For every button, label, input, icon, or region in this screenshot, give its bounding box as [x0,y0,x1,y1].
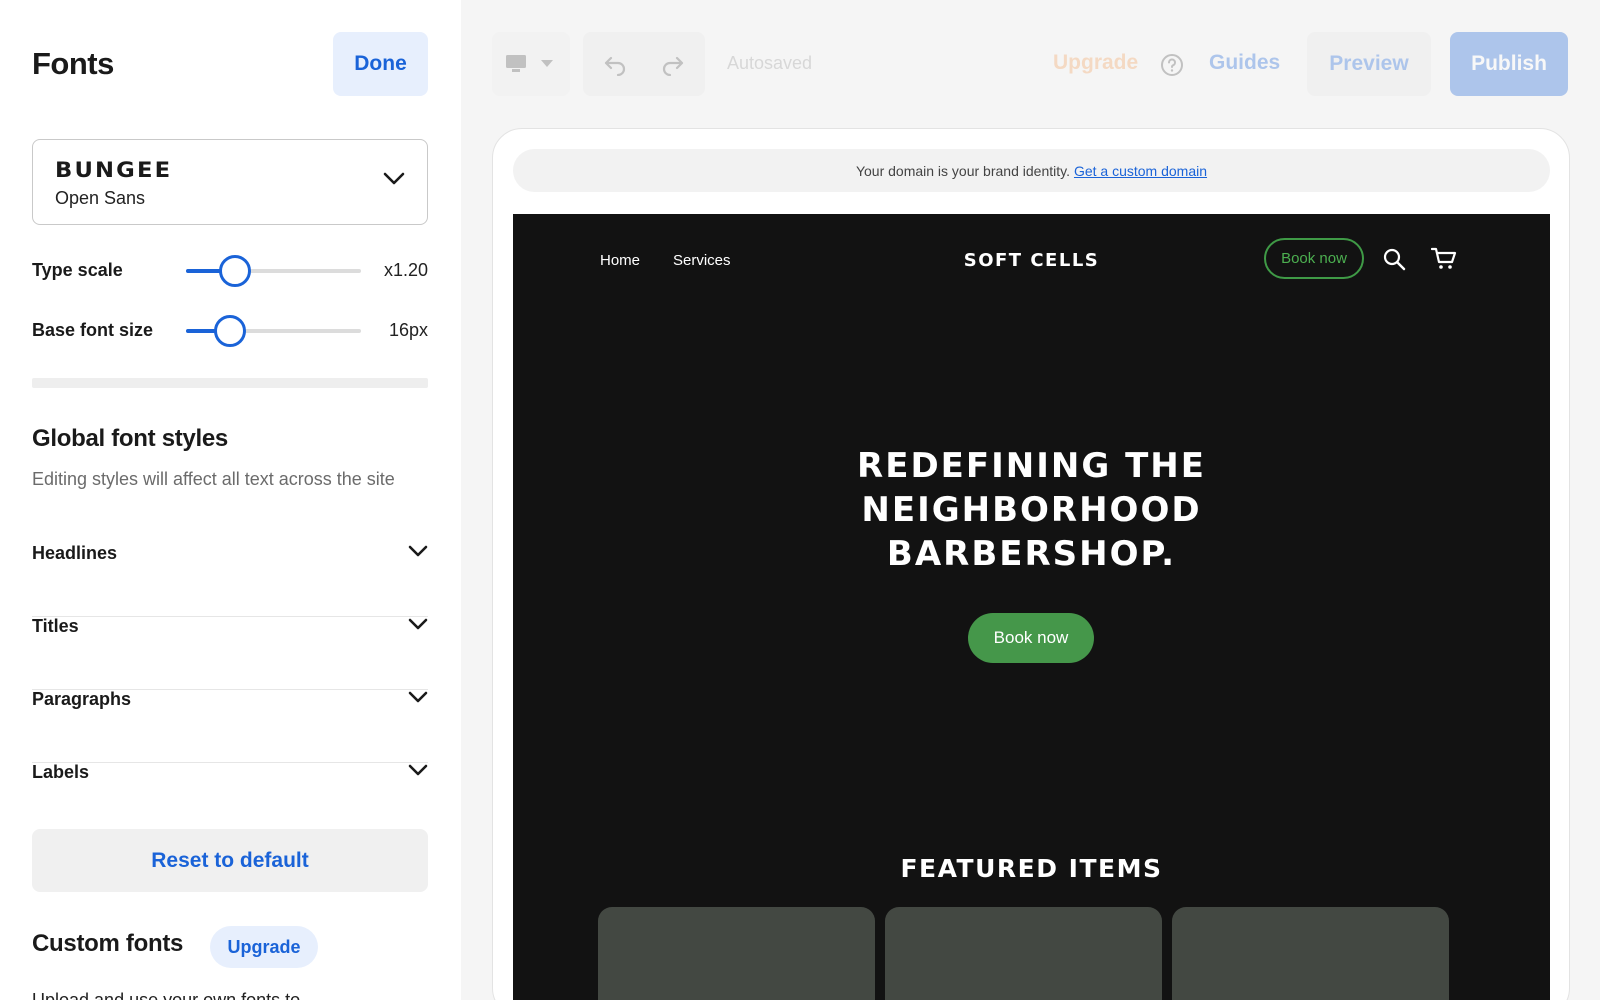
heading-font-name: Bungee [55,158,173,182]
publish-button[interactable]: Publish [1450,32,1568,96]
type-scale-slider[interactable] [186,255,361,287]
website-canvas: Home Services Soft Cells Book now Redefi… [513,214,1550,1000]
undo-icon[interactable] [603,52,627,76]
editor-toolbar: Autosaved Upgrade Guides Preview Publish [461,0,1600,120]
hero-line: Redefining the [857,446,1206,486]
hero-line: neighborhood [861,490,1202,530]
chevron-down-icon [408,764,428,776]
help-icon[interactable] [1160,53,1184,77]
panel-title: Fonts [32,46,114,81]
desktop-icon [506,55,526,72]
guides-link[interactable]: Guides [1209,51,1280,75]
accordion-titles[interactable]: Titles [32,617,428,690]
font-pair-dropdown[interactable]: Bungee Open Sans [32,139,428,225]
redo-icon[interactable] [661,52,685,76]
preview-button[interactable]: Preview [1307,32,1431,96]
featured-items-title: Featured items [900,854,1163,883]
domain-banner-text: Your domain is your brand identity. [855,162,1070,179]
chevron-down-icon [408,545,428,557]
site-preview-frame: Your domain is your brand identity. Get … [492,128,1570,1000]
fonts-panel: Fonts Done Bungee Open Sans Type scale x… [0,0,461,1000]
base-font-size-row: Base font size 16px [32,314,428,348]
body-font-name: Open Sans [55,188,146,208]
accordion-label: Paragraphs [32,689,132,709]
chevron-down-icon [383,172,405,185]
autosaved-status: Autosaved [727,53,813,73]
hero-line: barbershop. [886,534,1177,574]
base-font-size-thumb[interactable] [213,315,246,347]
featured-item-card[interactable] [1172,907,1449,1000]
chevron-down-icon [408,691,428,703]
type-scale-label: Type scale [32,260,123,280]
type-scale-thumb[interactable] [219,255,251,287]
reset-to-default-button[interactable]: Reset to default [32,829,428,892]
base-font-size-slider[interactable] [186,315,361,347]
type-scale-row: Type scale x1.20 [32,254,428,288]
featured-item-card[interactable] [598,907,875,1000]
cart-icon[interactable] [1431,247,1457,271]
featured-item-card[interactable] [885,907,1162,1000]
accordion-paragraphs[interactable]: Paragraphs [32,690,428,763]
domain-banner: Your domain is your brand identity. Get … [513,149,1550,192]
caret-down-icon [541,60,553,67]
hero-book-now-button[interactable]: Book now [968,613,1094,663]
accordion-headlines[interactable]: Headlines [32,544,428,617]
custom-fonts-description: Upload and use your own fonts to... [32,990,316,1000]
undo-redo-group [583,32,705,96]
chevron-down-icon [408,618,428,630]
hero-headline: Redefining the neighborhood barbershop. [513,444,1550,576]
done-button[interactable]: Done [333,32,428,96]
search-icon[interactable] [1382,247,1406,271]
section-divider [32,378,428,388]
accordion-labels[interactable]: Labels [32,763,428,836]
custom-fonts-upgrade-button[interactable]: Upgrade [210,926,318,968]
base-font-size-value: 16px [388,320,428,340]
custom-domain-link[interactable]: Get a custom domain [1074,163,1207,179]
type-scale-value: x1.20 [383,260,428,280]
global-font-styles-subtitle: Editing styles will affect all text acro… [32,469,395,489]
device-switcher[interactable] [492,32,570,96]
toolbar-upgrade-link[interactable]: Upgrade [1053,51,1138,75]
custom-fonts-title: Custom fonts [32,930,184,957]
accordion-label: Titles [32,616,79,636]
global-font-styles-title: Global font styles [32,425,228,452]
site-header-book-now-button[interactable]: Book now [1264,238,1364,279]
accordion-label: Labels [32,762,90,782]
base-font-size-label: Base font size [32,320,154,340]
accordion-label: Headlines [32,543,118,563]
